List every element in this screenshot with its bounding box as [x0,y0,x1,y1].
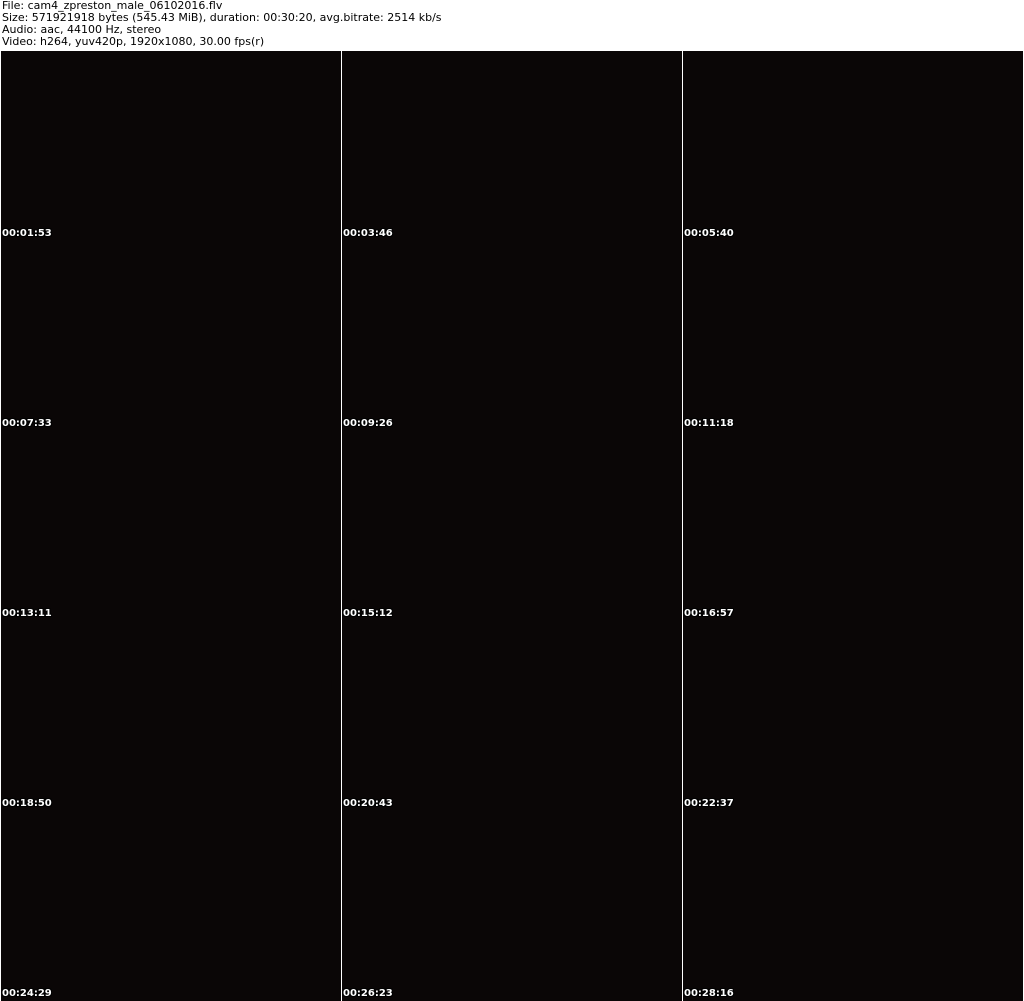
frame-timestamp: 00:26:23 [343,988,393,999]
frame-timestamp: 00:09:26 [343,418,393,429]
frame-timestamp: 00:24:29 [2,988,52,999]
frame-timestamp: 00:22:37 [684,798,734,809]
frame-timestamp: 00:13:11 [2,608,52,619]
video-frame-thumbnail: 00:13:11 [1,431,341,621]
frame-timestamp: 00:20:43 [343,798,393,809]
video-frame-thumbnail: 00:20:43 [342,621,682,811]
video-frame-thumbnail: 00:22:37 [683,621,1023,811]
video-frame-thumbnail: 00:05:40 [683,51,1023,241]
frame-timestamp: 00:11:18 [684,418,734,429]
video-frame-thumbnail: 00:07:33 [1,241,341,431]
video-frame-thumbnail: 00:18:50 [1,621,341,811]
frame-timestamp: 00:16:57 [684,608,734,619]
thumbnail-grid: 00:01:53 00:03:46 00:05:40 00:07:33 00:09:26… [1,51,1023,1001]
video-frame-thumbnail: 00:03:46 [342,51,682,241]
video-info: Video: h264, yuv420p, 1920x1080, 30.00 f… [2,35,265,48]
frame-timestamp: 00:05:40 [684,228,734,239]
frame-timestamp: 00:18:50 [2,798,52,809]
file-info-header: File: cam4_zpreston_male_06102016.flv Si… [2,0,442,48]
video-frame-thumbnail: 00:16:57 [683,431,1023,621]
video-frame-thumbnail: 00:28:16 [683,811,1023,1001]
video-frame-thumbnail: 00:01:53 [1,51,341,241]
frame-timestamp: 00:01:53 [2,228,52,239]
video-frame-thumbnail: 00:24:29 [1,811,341,1001]
frame-timestamp: 00:15:12 [343,608,393,619]
video-frame-thumbnail: 00:26:23 [342,811,682,1001]
frame-timestamp: 00:07:33 [2,418,52,429]
video-frame-thumbnail: 00:15:12 [342,431,682,621]
video-frame-thumbnail: 00:09:26 [342,241,682,431]
frame-timestamp: 00:28:16 [684,988,734,999]
video-frame-thumbnail: 00:11:18 [683,241,1023,431]
frame-timestamp: 00:03:46 [343,228,393,239]
